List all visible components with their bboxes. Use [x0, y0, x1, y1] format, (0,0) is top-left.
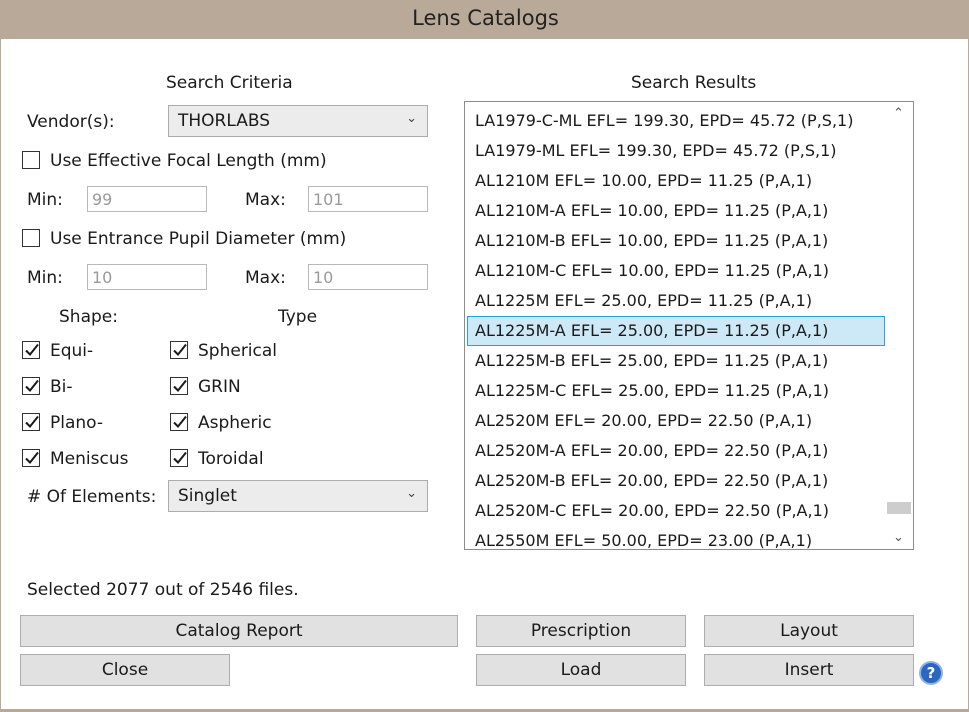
status-text: Selected 2077 out of 2546 files. [27, 580, 299, 600]
epd-min-field[interactable] [87, 264, 207, 290]
shape-bi-checkbox[interactable] [22, 377, 40, 395]
epd-max-input[interactable] [309, 265, 427, 289]
type-toroidal-checkbox[interactable] [170, 449, 188, 467]
result-list-item[interactable]: AL2550M EFL= 50.00, EPD= 23.00 (P,A,1) [467, 526, 885, 549]
search-results-heading: Search Results [631, 73, 757, 93]
window-title: Lens Catalogs [412, 6, 559, 30]
epd-min-input[interactable] [88, 265, 206, 289]
shape-bi-label: Bi- [50, 377, 73, 397]
title-bar[interactable]: Lens Catalogs [1, 0, 969, 39]
result-list-item[interactable]: AL1210M-B EFL= 10.00, EPD= 11.25 (P,A,1) [467, 226, 885, 256]
search-criteria-heading: Search Criteria [166, 73, 293, 93]
epd-max-field[interactable] [308, 264, 428, 290]
type-grin-checkbox[interactable] [170, 377, 188, 395]
efl-max-field[interactable] [308, 186, 428, 212]
efl-max-input[interactable] [309, 187, 427, 211]
result-list-item[interactable]: AL2520M-B EFL= 20.00, EPD= 22.50 (P,A,1) [467, 466, 885, 496]
scrollbar-thumb[interactable] [887, 502, 911, 514]
shape-plano-checkbox[interactable] [22, 413, 40, 431]
chevron-down-icon[interactable]: ⌄ [893, 530, 904, 545]
checkmark-icon [173, 415, 187, 428]
epd-min-label: Min: [27, 268, 63, 288]
catalog-report-button[interactable]: Catalog Report [20, 615, 458, 647]
checkmark-icon [25, 415, 39, 428]
type-aspheric-checkbox[interactable] [170, 413, 188, 431]
chevron-down-icon: ⌄ [406, 486, 417, 501]
type-grin-label: GRIN [198, 377, 241, 397]
result-list-item[interactable]: AL1225M-A EFL= 25.00, EPD= 11.25 (P,A,1) [467, 316, 885, 346]
prescription-button[interactable]: Prescription [476, 615, 686, 647]
checkmark-icon [173, 343, 187, 356]
shape-equi-label: Equi- [50, 341, 94, 361]
type-toroidal-label: Toroidal [198, 449, 264, 469]
result-list-item[interactable]: AL1225M-C EFL= 25.00, EPD= 11.25 (P,A,1) [467, 376, 885, 406]
layout-button[interactable]: Layout [704, 615, 914, 647]
efl-max-label: Max: [245, 190, 286, 210]
result-list-item[interactable]: AL1225M EFL= 25.00, EPD= 11.25 (P,A,1) [467, 286, 885, 316]
checkmark-icon [173, 451, 187, 464]
result-list-item[interactable]: AL2520M-A EFL= 20.00, EPD= 22.50 (P,A,1) [467, 436, 885, 466]
vendor-value: THORLABS [178, 111, 271, 131]
result-list-item[interactable]: AL1225M-B EFL= 25.00, EPD= 11.25 (P,A,1) [467, 346, 885, 376]
checkmark-icon [25, 379, 39, 392]
shape-heading: Shape: [59, 307, 118, 327]
shape-equi-checkbox[interactable] [22, 341, 40, 359]
checkmark-icon [25, 451, 39, 464]
type-aspheric-label: Aspheric [198, 413, 272, 433]
type-spherical-checkbox[interactable] [170, 341, 188, 359]
shape-meniscus-label: Meniscus [50, 449, 129, 469]
chevron-up-icon[interactable]: ⌃ [893, 106, 904, 121]
result-list-item[interactable]: AL2520M EFL= 20.00, EPD= 22.50 (P,A,1) [467, 406, 885, 436]
type-spherical-label: Spherical [198, 341, 278, 361]
elements-label: # Of Elements: [27, 487, 157, 507]
elements-value: Singlet [178, 486, 237, 506]
shape-plano-label: Plano- [50, 413, 104, 433]
results-scrollbar[interactable]: ⌃ ⌄ [886, 102, 913, 549]
result-list-item[interactable]: AL1210M-C EFL= 10.00, EPD= 11.25 (P,A,1) [467, 256, 885, 286]
load-button[interactable]: Load [476, 654, 686, 686]
checkmark-icon [173, 379, 187, 392]
result-list-item[interactable]: AL1210M EFL= 10.00, EPD= 11.25 (P,A,1) [467, 166, 885, 196]
type-heading: Type [278, 307, 318, 327]
efl-checkbox[interactable] [22, 151, 40, 169]
efl-checkbox-label: Use Effective Focal Length (mm) [50, 151, 327, 171]
efl-min-field[interactable] [87, 186, 207, 212]
help-icon[interactable]: ? [919, 661, 943, 685]
lens-catalogs-window: Lens Catalogs Search Criteria Vendor(s):… [0, 0, 969, 712]
insert-button[interactable]: Insert [704, 654, 914, 686]
vendor-label: Vendor(s): [27, 112, 115, 132]
result-list-item[interactable]: LA1979-C-ML EFL= 199.30, EPD= 45.72 (P,S… [467, 106, 885, 136]
vendor-dropdown[interactable]: THORLABS ⌄ [168, 105, 428, 137]
epd-checkbox[interactable] [22, 229, 40, 247]
elements-dropdown[interactable]: Singlet ⌄ [168, 480, 428, 512]
chevron-down-icon: ⌄ [406, 111, 417, 126]
shape-meniscus-checkbox[interactable] [22, 449, 40, 467]
close-button[interactable]: Close [20, 654, 230, 686]
epd-checkbox-label: Use Entrance Pupil Diameter (mm) [50, 229, 347, 249]
result-list-item[interactable]: AL2520M-C EFL= 20.00, EPD= 22.50 (P,A,1) [467, 496, 885, 526]
checkmark-icon [25, 343, 39, 356]
efl-min-label: Min: [27, 190, 63, 210]
search-results-list[interactable]: LA1979-C-ML EFL= 199.30, EPD= 45.72 (P,S… [464, 101, 914, 550]
efl-min-input[interactable] [88, 187, 206, 211]
result-list-item[interactable]: AL1210M-A EFL= 10.00, EPD= 11.25 (P,A,1) [467, 196, 885, 226]
result-list-item[interactable]: LA1979-ML EFL= 199.30, EPD= 45.72 (P,S,1… [467, 136, 885, 166]
epd-max-label: Max: [245, 268, 286, 288]
